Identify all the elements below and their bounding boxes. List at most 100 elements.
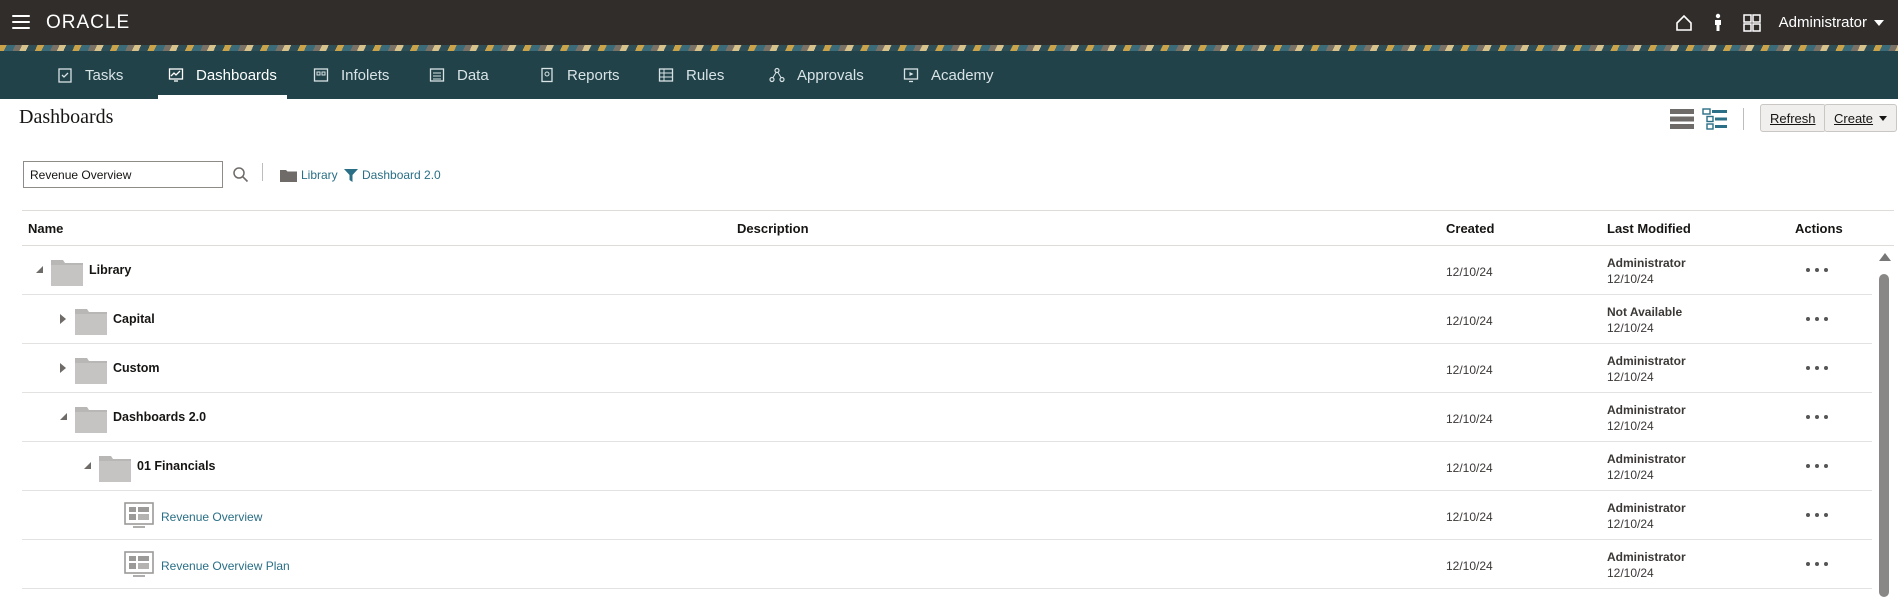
tasks-icon — [58, 68, 72, 83]
user-menu[interactable]: Administrator — [1779, 14, 1884, 31]
expand-icon[interactable] — [60, 314, 68, 324]
more-actions-icon[interactable] — [1806, 407, 1828, 427]
tab-data[interactable]: Data — [429, 51, 489, 99]
row-modified-by: Administrator — [1607, 501, 1686, 515]
collapse-icon[interactable] — [36, 266, 44, 274]
more-actions-icon[interactable] — [1806, 260, 1828, 280]
tab-label: Tasks — [85, 66, 124, 84]
table-row[interactable]: Capital 12/10/24 Not Available 12/10/24 — [22, 295, 1872, 344]
row-modified-by: Administrator — [1607, 550, 1686, 564]
scroll-up-icon[interactable] — [1879, 253, 1891, 261]
more-actions-icon[interactable] — [1806, 456, 1828, 476]
list-view-icon[interactable] — [1669, 108, 1695, 130]
table-row[interactable]: Dashboards 2.0 12/10/24 Administrator 12… — [22, 393, 1872, 442]
row-name: Library — [89, 263, 132, 277]
row-name: Dashboards 2.0 — [113, 410, 207, 424]
tab-label: Academy — [931, 66, 994, 84]
hamburger-menu-icon[interactable] — [12, 15, 30, 29]
scroll-thumb[interactable] — [1879, 274, 1889, 597]
folder-icon — [75, 358, 107, 384]
expand-icon[interactable] — [60, 363, 68, 373]
column-header-description[interactable]: Description — [737, 221, 809, 236]
more-actions-icon[interactable] — [1806, 505, 1828, 525]
accessibility-icon[interactable] — [1701, 0, 1735, 45]
column-header-last-modified[interactable]: Last Modified — [1607, 221, 1691, 236]
tab-label: Approvals — [797, 66, 864, 84]
create-label: Create — [1834, 110, 1874, 126]
collapse-icon[interactable] — [84, 462, 92, 470]
row-modified-by: Administrator — [1607, 403, 1686, 417]
row-modified-date: 12/10/24 — [1607, 321, 1654, 335]
tab-label: Reports — [567, 66, 620, 84]
dashboard-icon — [124, 551, 154, 577]
table-row[interactable]: Library 12/10/24 Administrator 12/10/24 — [22, 246, 1872, 295]
tab-academy[interactable]: Academy — [903, 51, 994, 99]
search-input[interactable] — [23, 161, 223, 188]
home-icon[interactable] — [1667, 0, 1701, 45]
folder-icon — [75, 407, 107, 433]
table-row[interactable]: 01 Financials 12/10/24 Administrator 12/… — [22, 442, 1872, 491]
tab-rules[interactable]: Rules — [658, 51, 724, 99]
search-icon[interactable] — [232, 166, 250, 184]
header-divider — [1743, 108, 1744, 130]
oracle-logo: ORACLE — [46, 12, 131, 33]
create-button[interactable]: Create — [1824, 104, 1898, 132]
rules-icon — [658, 68, 674, 82]
row-modified-date: 12/10/24 — [1607, 419, 1654, 433]
page-title: Dashboards — [19, 106, 114, 128]
row-created: 12/10/24 — [1446, 510, 1493, 524]
dashboard-icon — [124, 502, 154, 528]
tab-approvals[interactable]: Approvals — [769, 51, 864, 99]
row-modified-by: Administrator — [1607, 256, 1686, 270]
tab-infolets[interactable]: Infolets — [313, 51, 389, 99]
more-actions-icon[interactable] — [1806, 554, 1828, 574]
vertical-scrollbar[interactable] — [1874, 250, 1894, 597]
tab-label: Rules — [686, 66, 725, 84]
folder-icon — [99, 456, 131, 482]
refresh-button[interactable]: Refresh — [1760, 104, 1826, 132]
row-modified-date: 12/10/24 — [1607, 517, 1654, 531]
tree-view-icon[interactable] — [1702, 108, 1728, 130]
tab-reports[interactable]: Reports — [539, 51, 620, 99]
collapse-icon[interactable] — [60, 413, 68, 421]
filter-icon — [344, 168, 358, 182]
tab-label: Data — [457, 66, 489, 84]
more-actions-icon[interactable] — [1806, 309, 1828, 329]
more-actions-icon[interactable] — [1806, 358, 1828, 378]
dashboard-link[interactable]: Revenue Overview Plan — [161, 559, 290, 573]
approvals-icon — [769, 67, 785, 83]
table-row[interactable]: Revenue Overview Plan 12/10/24 Administr… — [22, 540, 1872, 589]
reports-icon — [541, 67, 553, 83]
row-created: 12/10/24 — [1446, 363, 1493, 377]
row-modified-date: 12/10/24 — [1607, 468, 1654, 482]
tab-dashboards[interactable]: Dashboards — [158, 51, 287, 99]
tab-tasks[interactable]: Tasks — [57, 51, 123, 99]
folder-icon — [51, 260, 83, 286]
crumb-label: Library — [301, 168, 338, 182]
refresh-label: Refresh — [1770, 110, 1816, 126]
chevron-down-icon — [1874, 19, 1884, 26]
row-name: 01 Financials — [137, 459, 216, 473]
row-modified-date: 12/10/24 — [1607, 272, 1654, 286]
filter-divider — [262, 163, 263, 181]
row-name: Capital — [113, 312, 155, 326]
column-header-name[interactable]: Name — [28, 221, 63, 236]
dashboard-link[interactable]: Revenue Overview — [161, 510, 262, 524]
library-filter-link[interactable]: Library — [280, 168, 338, 182]
table-row[interactable]: Custom 12/10/24 Administrator 12/10/24 — [22, 344, 1872, 393]
tab-label: Infolets — [341, 66, 390, 84]
row-created: 12/10/24 — [1446, 314, 1493, 328]
row-modified-by: Administrator — [1607, 452, 1686, 466]
table-row[interactable]: Revenue Overview 12/10/24 Administrator … — [22, 491, 1872, 540]
top-bar: ORACLE Administrator — [0, 0, 1898, 45]
crumb-label: Dashboard 2.0 — [362, 168, 441, 182]
data-icon — [429, 68, 445, 82]
app-grid-icon[interactable] — [1735, 0, 1769, 45]
infolets-icon — [313, 68, 329, 82]
column-header-actions: Actions — [1795, 221, 1843, 236]
row-modified-by: Not Available — [1607, 305, 1683, 319]
row-created: 12/10/24 — [1446, 265, 1493, 279]
dashboard-filter-link[interactable]: Dashboard 2.0 — [344, 168, 441, 182]
dashboards-icon — [168, 68, 184, 82]
column-header-created[interactable]: Created — [1446, 221, 1494, 236]
